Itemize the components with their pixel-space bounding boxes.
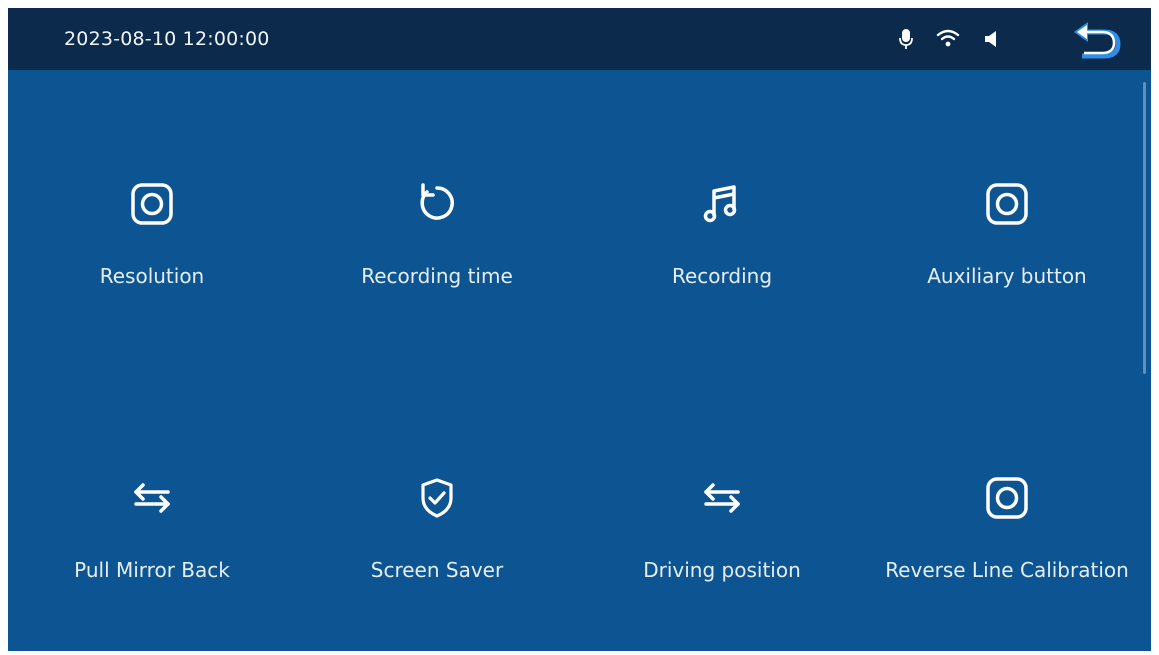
music-note-icon — [703, 185, 737, 223]
menu-item-label: Pull Mirror Back — [74, 558, 230, 582]
back-icon[interactable] — [1068, 20, 1124, 60]
microphone-icon — [899, 29, 913, 49]
menu-item-resolution[interactable]: Resolution — [12, 182, 292, 332]
camera-icon — [131, 183, 173, 225]
shield-check-icon — [421, 478, 453, 518]
swap-arrows-icon — [704, 483, 740, 513]
menu-item-label: Recording time — [361, 264, 513, 288]
menu-item-recording[interactable]: Recording — [582, 182, 862, 332]
menu-item-reverse-line-calibration[interactable]: Reverse Line Calibration — [867, 476, 1147, 626]
menu-item-recording-time[interactable]: Recording time — [297, 182, 577, 332]
menu-item-label: Auxiliary button — [927, 264, 1087, 288]
rotate-ccw-icon — [420, 183, 454, 220]
wifi-icon — [936, 29, 960, 47]
menu-item-label: Screen Saver — [370, 558, 504, 582]
menu-item-screen-saver[interactable]: Screen Saver — [297, 476, 577, 626]
menu-item-pull-mirror-back[interactable]: Pull Mirror Back — [12, 476, 292, 626]
swap-arrows-icon — [134, 483, 170, 513]
camera-icon — [986, 183, 1028, 225]
menu-item-label: Driving position — [643, 558, 801, 582]
menu-item-label: Recording — [671, 264, 773, 288]
menu-item-driving-position[interactable]: Driving position — [582, 476, 862, 626]
settings-screen: 2023-08-10 12:00:00 Resolution Recording… — [8, 8, 1151, 651]
status-bar: 2023-08-10 12:00:00 — [8, 8, 1151, 70]
menu-item-label: Reverse Line Calibration — [885, 558, 1129, 582]
menu-item-label: Resolution — [99, 264, 205, 288]
speaker-icon — [985, 31, 996, 47]
datetime: 2023-08-10 12:00:00 — [64, 28, 270, 50]
menu-item-auxiliary-button[interactable]: Auxiliary button — [867, 182, 1147, 332]
camera-icon — [986, 477, 1028, 519]
